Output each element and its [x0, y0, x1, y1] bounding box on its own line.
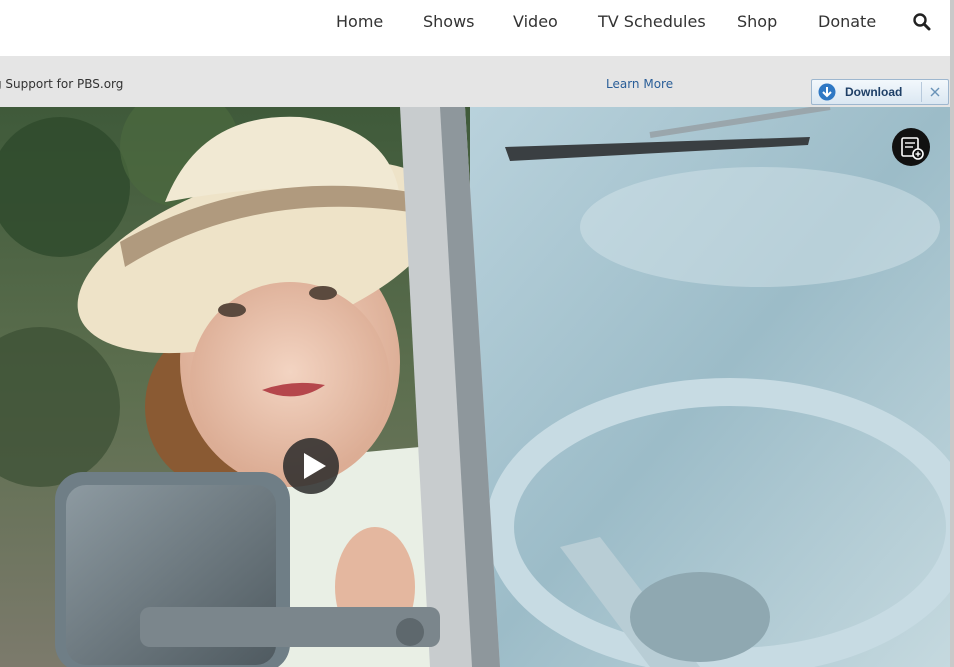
hero-image [0, 107, 950, 667]
nav-tv-schedules[interactable]: TV Schedules [598, 12, 706, 32]
window-edge [950, 0, 954, 667]
download-widget: Download [811, 79, 949, 105]
nav-shop[interactable]: Shop [737, 12, 777, 32]
close-icon[interactable] [926, 83, 944, 101]
play-icon[interactable] [283, 438, 339, 494]
download-label: Download [845, 85, 903, 99]
nav-video[interactable]: Video [513, 12, 558, 32]
search-icon[interactable] [912, 12, 932, 32]
nav-shows[interactable]: Shows [423, 12, 475, 32]
top-navigation: Home Shows Video TV Schedules Shop Donat… [0, 0, 950, 56]
sponsor-text: g Support for PBS.org [0, 77, 124, 91]
download-divider [921, 82, 922, 102]
video-download-icon[interactable] [891, 127, 931, 167]
nav-home[interactable]: Home [336, 12, 383, 32]
download-button[interactable]: Download [812, 80, 921, 104]
nav-donate[interactable]: Donate [818, 12, 876, 32]
sponsor-bar: g Support for PBS.org Learn More [0, 56, 950, 107]
download-arrow-icon [818, 83, 836, 101]
learn-more-link[interactable]: Learn More [606, 77, 673, 91]
hero-video[interactable] [0, 107, 950, 667]
